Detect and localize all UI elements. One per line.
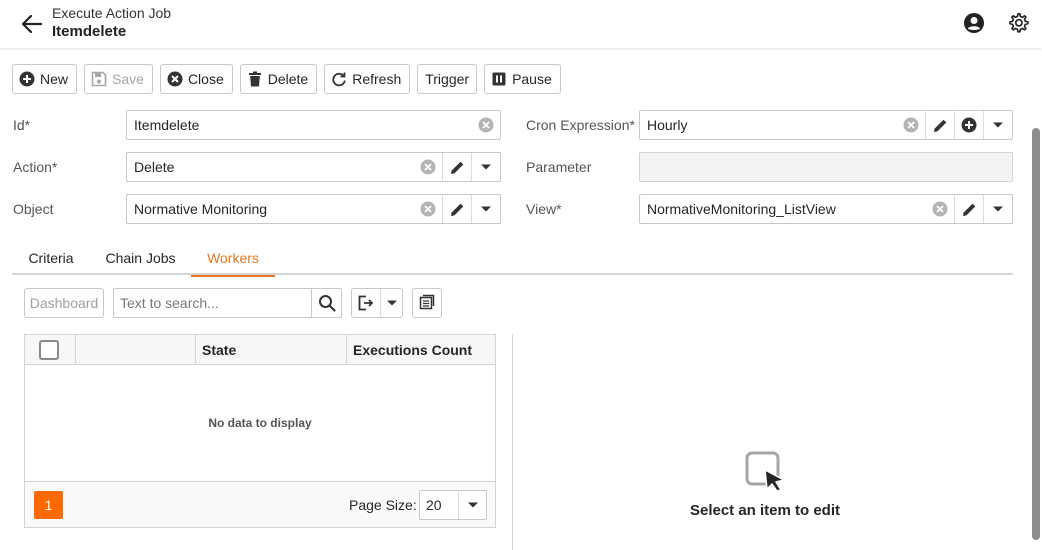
search-icon[interactable] — [311, 289, 341, 317]
id-field[interactable]: Itemdelete — [126, 110, 501, 140]
id-value: Itemdelete — [134, 117, 200, 133]
header: Execute Action Job Itemdelete — [0, 0, 1042, 48]
plus-circle-icon[interactable] — [954, 111, 983, 139]
chevron-down-icon[interactable] — [471, 153, 500, 181]
clear-icon[interactable] — [414, 153, 442, 181]
clear-icon[interactable] — [926, 195, 954, 223]
close-button[interactable]: Close — [159, 64, 233, 94]
refresh-button[interactable]: Refresh — [324, 64, 411, 94]
object-label: Object — [13, 201, 54, 217]
pencil-icon[interactable] — [442, 195, 471, 223]
page-size-select[interactable]: 20 — [419, 490, 487, 520]
column-chooser-button[interactable] — [412, 288, 442, 318]
tab-chain-jobs[interactable]: Chain Jobs — [93, 240, 188, 275]
cron-expression-field[interactable]: Hourly — [639, 110, 1013, 140]
account-circle-icon[interactable] — [962, 11, 986, 35]
chevron-down-icon[interactable] — [471, 195, 500, 223]
save-button[interactable]: Save — [84, 64, 153, 94]
chevron-down-icon[interactable] — [458, 491, 486, 519]
trigger-label: Trigger — [425, 71, 470, 87]
trash-icon — [247, 71, 263, 87]
close-label: Close — [187, 71, 224, 87]
page-size-value: 20 — [426, 497, 442, 513]
new-label: New — [40, 71, 69, 87]
gear-icon[interactable] — [1006, 11, 1030, 35]
delete-label: Delete — [267, 71, 309, 87]
tab-bar: Criteria Chain Jobs Workers — [12, 240, 1013, 277]
export-icon — [352, 295, 380, 311]
search-box — [113, 288, 342, 318]
pencil-icon[interactable] — [442, 153, 471, 181]
refresh-icon — [331, 71, 347, 87]
select-all-checkbox[interactable] — [39, 339, 59, 360]
parameter-label: Parameter — [526, 159, 592, 175]
action-field[interactable]: Delete — [126, 152, 501, 182]
refresh-label: Refresh — [352, 71, 402, 87]
pencil-icon[interactable] — [954, 195, 983, 223]
column-chooser-icon — [419, 294, 435, 313]
select-cursor-icon — [744, 450, 790, 492]
close-circle-icon — [167, 71, 183, 87]
pencil-icon[interactable] — [925, 111, 954, 139]
column-header-empty[interactable] — [76, 335, 196, 364]
grid-pager: 1 Page Size: 20 — [25, 481, 495, 527]
cron-expression-value: Hourly — [647, 117, 688, 133]
clear-icon[interactable] — [897, 111, 925, 139]
action-toolbar: New Save Close Delete Refresh Trigger Pa… — [12, 64, 561, 94]
workers-grid: State Executions Count No data to displa… — [24, 334, 496, 528]
plus-circle-icon — [19, 71, 35, 87]
delete-button[interactable]: Delete — [239, 64, 318, 94]
select-all-cell — [25, 335, 76, 364]
save-label: Save — [112, 71, 144, 87]
chevron-down-icon[interactable] — [983, 111, 1012, 139]
floppy-disk-icon — [91, 71, 107, 87]
clear-icon[interactable] — [414, 195, 442, 223]
column-header-executions-count[interactable]: Executions Count — [347, 335, 495, 364]
parameter-field — [639, 152, 1013, 182]
chevron-down-icon[interactable] — [380, 289, 402, 317]
pause-button[interactable]: Pause — [484, 64, 561, 94]
cron-expression-label: Cron Expression* — [526, 117, 635, 133]
grid-header: State Executions Count — [25, 335, 495, 365]
object-field[interactable]: Normative Monitoring — [126, 194, 501, 224]
back-arrow-icon[interactable] — [20, 12, 44, 36]
pager-page-button[interactable]: 1 — [34, 491, 63, 519]
object-value: Normative Monitoring — [134, 201, 268, 217]
new-button[interactable]: New — [12, 64, 78, 94]
pause-label: Pause — [512, 71, 552, 87]
action-value: Delete — [134, 159, 175, 175]
column-header-state[interactable]: State — [196, 335, 347, 364]
search-input[interactable] — [114, 289, 311, 317]
page-title: Itemdelete — [52, 23, 127, 40]
view-label: View* — [526, 201, 562, 217]
dashboard-button[interactable]: Dashboard — [24, 288, 104, 318]
view-value: NormativeMonitoring_ListView — [647, 201, 836, 217]
id-label: Id* — [13, 117, 31, 133]
view-field[interactable]: NormativeMonitoring_ListView — [639, 194, 1013, 224]
page-size-label: Page Size: — [349, 497, 417, 513]
vertical-scrollbar[interactable] — [1032, 128, 1040, 540]
clear-icon[interactable] — [472, 111, 500, 139]
trigger-button[interactable]: Trigger — [417, 64, 478, 94]
page-subtitle: Execute Action Job — [52, 5, 172, 21]
export-button[interactable] — [351, 288, 403, 318]
chevron-down-icon[interactable] — [983, 195, 1012, 223]
tab-workers[interactable]: Workers — [191, 240, 275, 277]
grid-empty-message: No data to display — [208, 416, 312, 430]
detail-empty-message: Select an item to edit — [689, 502, 841, 519]
action-label: Action* — [13, 159, 58, 175]
tab-criteria[interactable]: Criteria — [12, 240, 90, 275]
pause-icon — [491, 71, 507, 87]
